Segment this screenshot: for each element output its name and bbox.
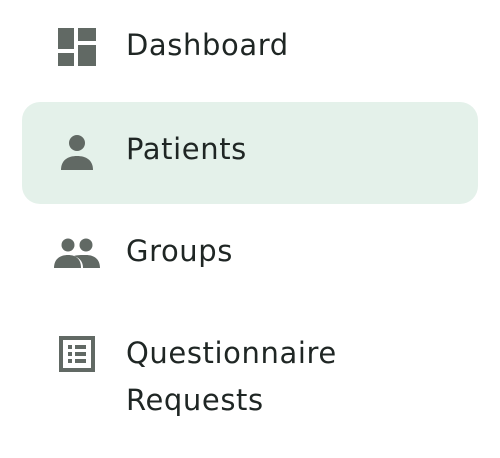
sidebar-item-dashboard[interactable]: Dashboard [22,0,478,94]
list-alt-icon [54,331,100,377]
group-icon [54,230,100,276]
sidebar-item-label: Dashboard [126,28,289,62]
sidebar-item-questionnaire-requests[interactable]: Questionnaire Requests [22,306,478,436]
sidebar-item-patients[interactable]: Patients [22,102,478,204]
dashboard-icon [54,24,100,70]
sidebar-item-label: Groups [126,234,233,268]
person-icon [54,129,100,175]
sidebar-nav: Dashboard Patients Groups Questionnaire … [0,0,500,458]
sidebar-item-label: Patients [126,132,247,166]
sidebar-item-label: Questionnaire Requests [126,336,337,417]
sidebar-item-groups[interactable]: Groups [22,206,478,300]
